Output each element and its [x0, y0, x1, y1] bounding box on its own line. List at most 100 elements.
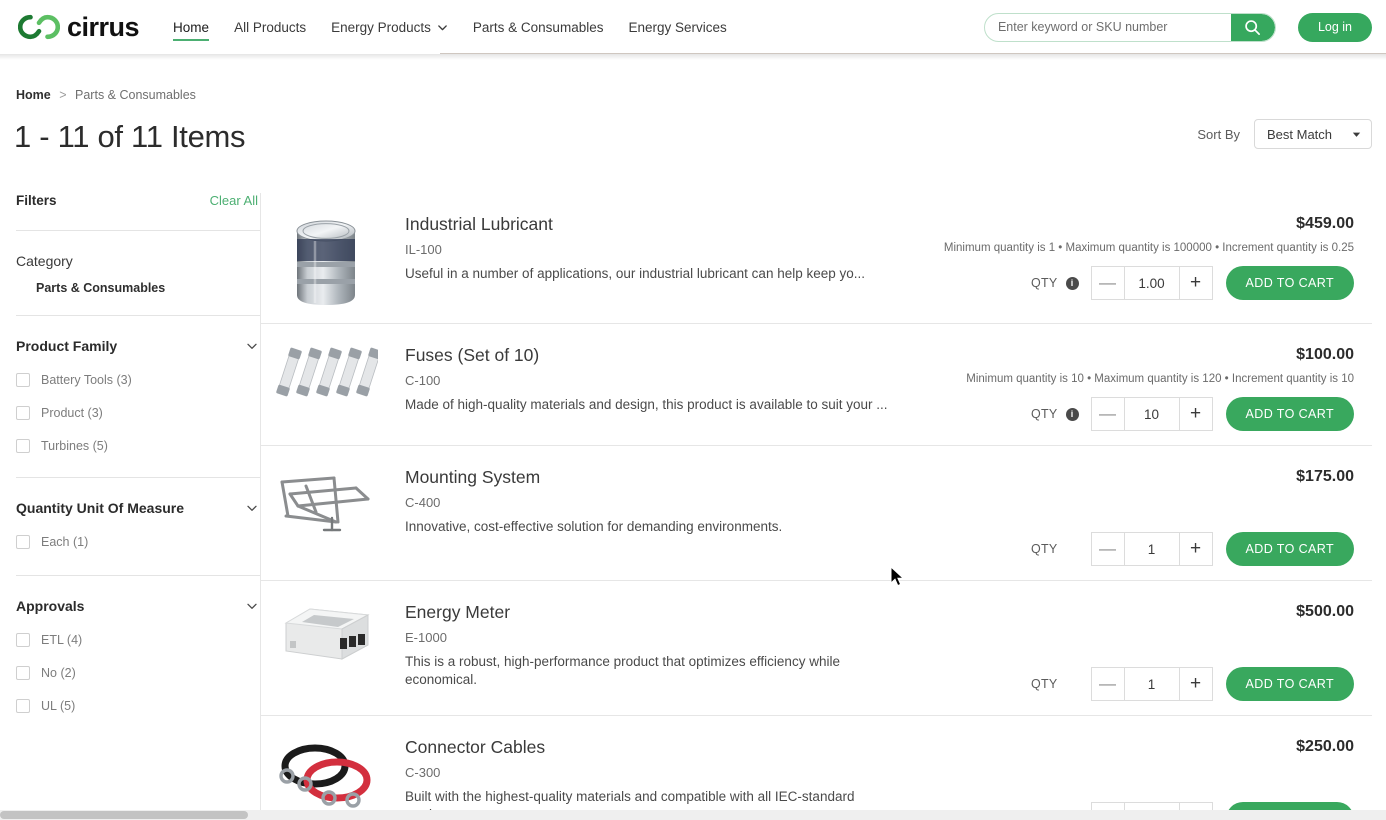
product-row: Mounting System C-400 Innovative, cost-e…: [261, 446, 1372, 581]
main-nav: Home All Products Energy Products Parts …: [173, 0, 727, 54]
checkbox[interactable]: [16, 439, 30, 453]
product-description: Made of high-quality materials and desig…: [405, 397, 888, 412]
sort-by-select[interactable]: Best Match: [1254, 119, 1372, 149]
scrollbar-thumb[interactable]: [0, 811, 248, 819]
checkbox[interactable]: [16, 535, 30, 549]
checkbox[interactable]: [16, 633, 30, 647]
product-thumbnail[interactable]: [261, 595, 391, 665]
product-purchase-panel: $100.00 Minimum quantity is 10 • Maximum…: [902, 338, 1372, 431]
horizontal-scrollbar[interactable]: [0, 810, 1386, 820]
filter-group-approvals: Approvals ETL (4) No (2) UL (5): [14, 576, 260, 713]
filter-group-title: Category: [16, 253, 73, 269]
nav-item-all-products[interactable]: All Products: [234, 0, 306, 54]
chevron-down-icon: [247, 505, 257, 511]
product-row: Connector Cables C-300 Built with the hi…: [261, 716, 1372, 820]
nav-item-energy-products[interactable]: Energy Products: [331, 0, 448, 54]
add-to-cart-button[interactable]: ADD TO CART: [1225, 266, 1354, 300]
product-info: Energy Meter E-1000 This is a robust, hi…: [391, 595, 902, 688]
filter-option-label: UL (5): [41, 699, 76, 713]
quantity-increment-button[interactable]: +: [1179, 668, 1212, 700]
connector-cables-image: [279, 744, 371, 808]
filter-option[interactable]: Battery Tools (3): [16, 373, 258, 387]
filter-group-header[interactable]: Quantity Unit Of Measure: [16, 500, 258, 516]
checkbox[interactable]: [16, 406, 30, 420]
filter-option[interactable]: Turbines (5): [16, 439, 258, 453]
infinity-logo-icon: [18, 14, 60, 40]
quantity-decrement-button[interactable]: —: [1091, 267, 1124, 299]
quantity-value[interactable]: 1: [1123, 533, 1180, 565]
clear-all-filters-link[interactable]: Clear All: [210, 193, 258, 208]
product-name[interactable]: Connector Cables: [405, 737, 902, 758]
search-icon: [1245, 19, 1261, 35]
info-icon[interactable]: i: [1065, 407, 1079, 421]
checkbox[interactable]: [16, 373, 30, 387]
chevron-down-icon: [247, 603, 257, 609]
filter-group-header[interactable]: Product Family: [16, 338, 258, 354]
nav-item-parts-consumables[interactable]: Parts & Consumables: [473, 0, 604, 54]
product-purchase-panel: $250.00 QTY — 1 + ADD TO CART: [902, 730, 1372, 820]
product-price: $500.00: [1296, 603, 1354, 620]
sort-control: Sort By Best Match: [1197, 119, 1372, 152]
quantity-increment-button[interactable]: +: [1179, 398, 1212, 430]
page-body: Home > Parts & Consumables 1 - 11 of 11 …: [0, 88, 1386, 820]
filter-option-label: Turbines (5): [41, 439, 108, 453]
breadcrumb-current[interactable]: Parts & Consumables: [75, 88, 196, 102]
add-to-cart-button[interactable]: ADD TO CART: [1225, 397, 1354, 431]
product-description: This is a robust, high-performance produ…: [405, 654, 840, 687]
quantity-value[interactable]: 1.00: [1123, 267, 1180, 299]
filter-group-header: Category: [16, 253, 258, 269]
nav-item-energy-services[interactable]: Energy Services: [628, 0, 726, 54]
product-sku: C-400: [405, 495, 441, 510]
filter-option-label: Product (3): [41, 406, 103, 420]
product-sku: E-1000: [405, 630, 447, 645]
nav-item-label: Home: [173, 19, 210, 35]
checkbox[interactable]: [16, 699, 30, 713]
search-input[interactable]: [984, 13, 1231, 41]
quantity-decrement-button[interactable]: —: [1091, 533, 1124, 565]
product-thumbnail[interactable]: [261, 460, 391, 536]
filters-sidebar: Filters Clear All Category Parts & Consu…: [14, 193, 260, 820]
product-name[interactable]: Industrial Lubricant: [405, 214, 902, 235]
product-name[interactable]: Fuses (Set of 10): [405, 345, 902, 366]
nav-item-label: Energy Services: [628, 19, 727, 35]
product-info: Connector Cables C-300 Built with the hi…: [391, 730, 902, 820]
quantity-decrement-button[interactable]: —: [1091, 398, 1124, 430]
add-to-cart-button[interactable]: ADD TO CART: [1225, 532, 1354, 566]
filter-option[interactable]: Each (1): [16, 535, 258, 549]
filter-option[interactable]: UL (5): [16, 699, 258, 713]
sort-by-label: Sort By: [1197, 126, 1240, 142]
filter-option[interactable]: No (2): [16, 666, 258, 680]
site-header: cirrus Home All Products Energy Products…: [0, 0, 1386, 60]
product-name[interactable]: Energy Meter: [405, 602, 902, 623]
brand-logo[interactable]: cirrus: [18, 11, 140, 42]
product-price: $175.00: [1296, 468, 1354, 485]
nav-item-home[interactable]: Home: [173, 0, 210, 54]
filter-group-header[interactable]: Approvals: [16, 598, 258, 614]
quantity-increment-button[interactable]: +: [1179, 267, 1212, 299]
product-purchase-panel: $500.00 QTY — 1 + ADD TO CART: [902, 595, 1372, 701]
filter-option[interactable]: Product (3): [16, 406, 258, 420]
add-to-cart-button[interactable]: ADD TO CART: [1225, 667, 1354, 701]
checkbox[interactable]: [16, 666, 30, 680]
brand-name: cirrus: [67, 11, 140, 42]
product-name[interactable]: Mounting System: [405, 467, 902, 488]
product-thumbnail[interactable]: [261, 730, 391, 812]
quantity-value[interactable]: 10: [1123, 398, 1180, 430]
nav-item-label: All Products: [234, 19, 307, 35]
filter-group-quantity-unit-of-measure: Quantity Unit Of Measure Each (1): [14, 478, 260, 549]
search-button[interactable]: [1230, 13, 1275, 41]
product-thumbnail[interactable]: [261, 207, 391, 309]
quantity-increment-button[interactable]: +: [1179, 533, 1212, 565]
product-thumbnail[interactable]: [261, 338, 391, 428]
breadcrumb-home[interactable]: Home: [16, 88, 51, 102]
mounting-rack-image: [280, 476, 370, 532]
filter-option[interactable]: ETL (4): [16, 633, 258, 647]
product-row: Industrial Lubricant IL-100 Useful in a …: [261, 193, 1372, 324]
quantity-decrement-button[interactable]: —: [1091, 668, 1124, 700]
quantity-value[interactable]: 1: [1123, 668, 1180, 700]
product-purchase-panel: $175.00 QTY — 1 + ADD TO CART: [902, 460, 1372, 566]
fuses-image: [276, 347, 378, 397]
filter-category-selected[interactable]: Parts & Consumables: [36, 281, 258, 295]
info-icon[interactable]: i: [1065, 276, 1079, 290]
login-button[interactable]: Log in: [1297, 12, 1372, 42]
